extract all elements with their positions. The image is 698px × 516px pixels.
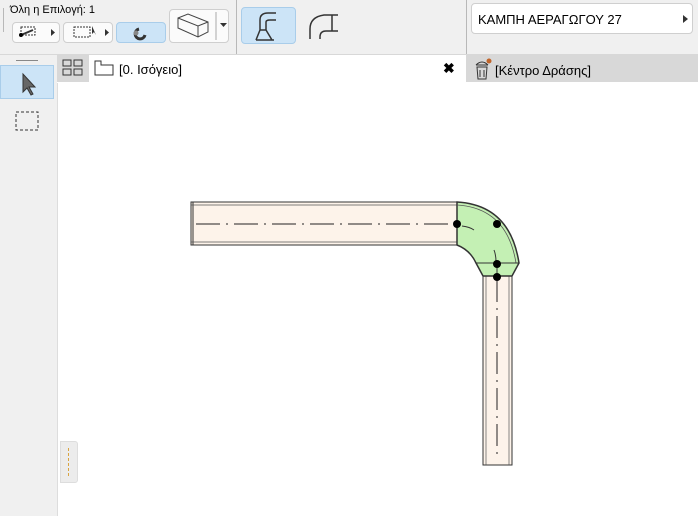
tab-action-center-label: [Κέντρο Δράσης]: [495, 63, 591, 78]
marquee-polygon-icon: [19, 26, 55, 37]
arrow-tool[interactable]: [0, 65, 54, 99]
tab-action-center[interactable]: [Κέντρο Δράσης]: [466, 55, 698, 82]
tab-floor-plan-label: [0. Ισόγειο]: [119, 62, 182, 77]
duct-transition-tool[interactable]: [241, 7, 296, 44]
view-tab-bar: [0. Ισόγειο] ✖ [Κέντρο Δράσης]: [57, 55, 698, 83]
element-info-dropdown[interactable]: ΚΑΜΠΗ ΑΕΡΑΓΩΓΟΥ 27: [471, 3, 693, 34]
close-tab-icon[interactable]: ✖: [443, 60, 455, 77]
marquee-rect-icon: [73, 26, 109, 38]
arrow-pointer-icon: [22, 72, 37, 96]
marquee-tool[interactable]: [0, 105, 54, 139]
lighthouse-icon: [475, 58, 492, 80]
duct-segment-icon: [177, 12, 227, 40]
vertical-duct[interactable]: [482, 275, 513, 466]
chevron-right-icon: [683, 15, 688, 23]
magnet-button[interactable]: [116, 22, 166, 43]
drawing-canvas[interactable]: [57, 83, 698, 516]
selection-label: Όλη η Επιλογή: 1: [10, 4, 96, 16]
element-name: ΚΑΜΠΗ ΑΕΡΑΓΩΓΟΥ 27: [478, 12, 622, 27]
horizontal-duct[interactable]: [190, 201, 458, 246]
tab-overview-button[interactable]: [57, 55, 89, 82]
toolbar: Όλη η Επιλογή: 1 ΚΑΜΠΗ ΑΕΡΑΓΩΓΟΥ 27: [0, 0, 698, 55]
duct-type-button[interactable]: [169, 9, 229, 43]
marquee-rect-button[interactable]: [63, 22, 113, 43]
floor-plan-icon: [94, 60, 114, 76]
marquee-select-button[interactable]: [12, 22, 60, 43]
toolbox-sidebar: [0, 55, 78, 516]
magnet-icon: [133, 27, 147, 41]
grid-icon: [62, 59, 83, 76]
duct-transition-icon: [255, 12, 276, 41]
duct-elbow[interactable]: [456, 201, 520, 280]
duct-elbow-tool[interactable]: [300, 7, 350, 44]
marquee-icon: [15, 111, 39, 131]
tab-floor-plan[interactable]: [0. Ισόγειο] ✖: [93, 55, 463, 82]
duct-elbow-icon: [309, 14, 338, 39]
